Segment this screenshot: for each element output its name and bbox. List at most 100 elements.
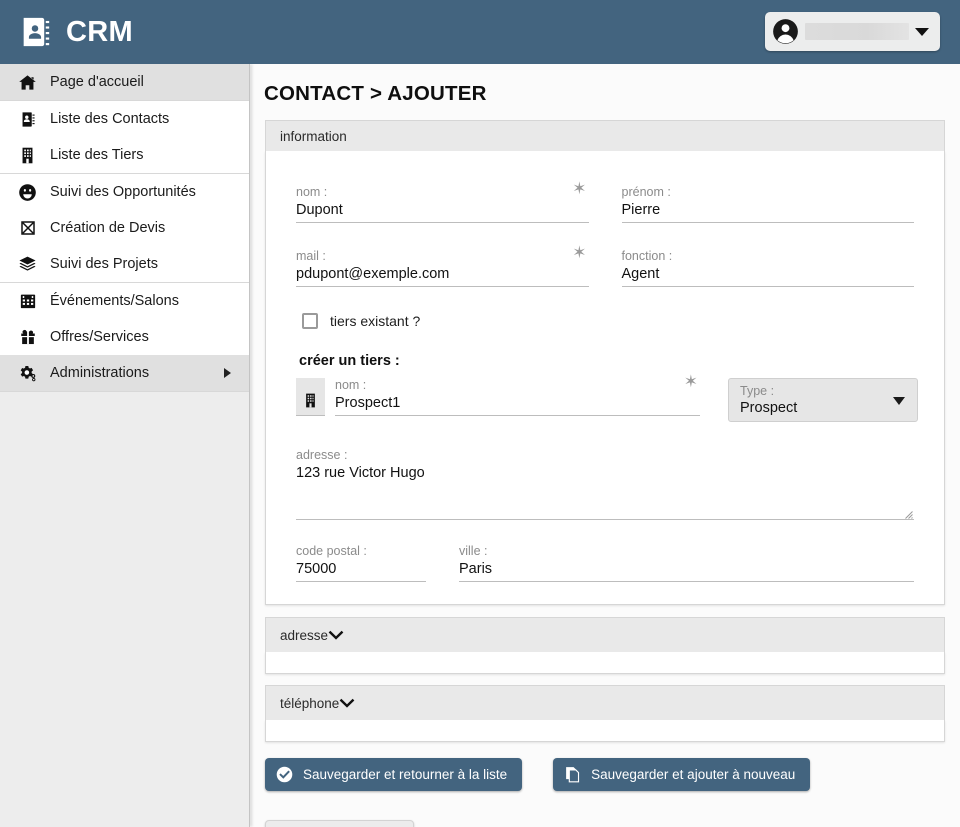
sidebar-item-label: Page d'accueil — [50, 74, 144, 90]
caret-down-icon — [893, 397, 905, 405]
field-label: ville : — [459, 544, 488, 558]
accordion-title: téléphone — [280, 695, 340, 711]
smiley-icon — [18, 183, 37, 202]
field-prenom[interactable]: prénom : Pierre — [621, 185, 914, 223]
field-adresse-textarea[interactable]: adresse : 123 rue Victor Hugo — [296, 448, 914, 520]
caret-down-icon — [915, 27, 929, 36]
type-select-value: Prospect — [740, 400, 798, 416]
brand-title: CRM — [66, 15, 133, 48]
save-and-return-button[interactable]: Sauvegarder et retourner à la liste — [265, 758, 523, 791]
required-asterisk-icon: ✶ — [572, 243, 587, 262]
address-book-icon — [18, 15, 52, 49]
ville-input[interactable]: Paris — [459, 559, 914, 582]
row-nom-prenom: nom : Dupont ✶ prénom : Pierre — [296, 180, 914, 223]
panel-header-information[interactable]: information — [265, 120, 945, 151]
user-name-label — [805, 23, 909, 40]
tiers-existant-checkbox[interactable] — [302, 313, 318, 329]
sidebar-item-label: Offres/Services — [50, 329, 149, 345]
button-label: Sauvegarder et ajouter à nouveau — [591, 767, 796, 782]
calendar-icon — [18, 292, 37, 311]
field-label: adresse : — [296, 448, 348, 462]
field-mail[interactable]: mail : pdupont@exemple.com ✶ — [296, 244, 589, 287]
panel-information: nom : Dupont ✶ prénom : Pierre mail : pd… — [265, 151, 945, 605]
sidebar-item-liste-des-contacts[interactable]: Liste des Contacts — [0, 101, 249, 137]
resize-grip-icon[interactable] — [902, 506, 913, 519]
layers-icon — [18, 255, 37, 274]
back-to-list-button[interactable]: Retour à la liste — [265, 820, 414, 827]
field-label: nom : — [296, 185, 328, 199]
check-circle-icon — [276, 766, 293, 783]
field-label: code postal : — [296, 544, 367, 558]
tiers-existant-row[interactable]: tiers existant ? — [302, 313, 914, 329]
required-asterisk-icon: ✶ — [572, 179, 587, 198]
row-mail-fonction: mail : pdupont@exemple.com ✶ fonction : … — [296, 244, 914, 287]
accordion-body-adresse — [265, 652, 945, 674]
gift-icon — [18, 328, 37, 347]
crop-icon — [18, 219, 37, 238]
accordion-header-adresse[interactable]: adresse — [265, 617, 945, 652]
sidebar-item-page-daccueil[interactable]: Page d'accueil — [0, 64, 249, 100]
back-button-row: Retour à la liste — [251, 791, 960, 827]
sidebar-item-administrations[interactable]: Administrations — [0, 355, 249, 391]
field-fonction[interactable]: fonction : Agent — [621, 249, 914, 287]
user-circle-icon — [772, 18, 799, 45]
chevron-down-icon — [339, 696, 355, 711]
nom-input[interactable]: Dupont — [296, 200, 589, 223]
creer-un-tiers-heading: créer un tiers : — [299, 353, 400, 369]
sidebar-item-offres-services[interactable]: Offres/Services — [0, 319, 249, 355]
field-label: mail : — [296, 249, 326, 263]
row-tiers-nom-type: nom : Prospect1 ✶ Type : Prospect — [296, 373, 918, 422]
brand-logo[interactable]: CRM — [18, 15, 133, 49]
field-tiers-nom[interactable]: nom : Prospect1 ✶ — [325, 373, 700, 416]
sidebar-item-suivi-des-opportunites[interactable]: Suivi des Opportunités — [0, 174, 249, 210]
sidebar-item-label: Suivi des Projets — [50, 256, 158, 272]
save-button-row: Sauvegarder et retourner à la liste Sauv… — [251, 742, 960, 791]
panel-title: information — [280, 128, 347, 144]
sidebar-menu: Page d'accueil Liste des Contacts Liste … — [0, 64, 249, 392]
tiers-nom-input[interactable]: Prospect1 — [335, 393, 700, 416]
fonction-input[interactable]: Agent — [621, 264, 914, 287]
accordion-body-telephone — [265, 720, 945, 742]
code-postal-input[interactable]: 75000 — [296, 559, 426, 582]
copy-icon — [564, 766, 581, 783]
save-and-add-button[interactable]: Sauvegarder et ajouter à nouveau — [553, 758, 811, 791]
sidebar-item-evenements-salons[interactable]: Événements/Salons — [0, 283, 249, 319]
caret-right-icon — [224, 368, 231, 378]
building-icon — [296, 378, 325, 416]
prenom-input[interactable]: Pierre — [621, 200, 914, 223]
field-code-postal[interactable]: code postal : 75000 — [296, 544, 426, 582]
field-nom[interactable]: nom : Dupont ✶ — [296, 180, 589, 223]
mail-input[interactable]: pdupont@exemple.com — [296, 264, 589, 287]
sidebar-item-label: Administrations — [50, 365, 150, 381]
button-label: Sauvegarder et retourner à la liste — [303, 767, 508, 782]
field-label: nom : — [335, 378, 367, 392]
field-label: prénom : — [621, 185, 671, 199]
address-book-icon — [18, 110, 37, 129]
sidebar-item-label: Liste des Contacts — [50, 111, 170, 127]
group-tiers-nom: nom : Prospect1 ✶ — [296, 373, 700, 416]
home-icon — [18, 73, 37, 92]
sidebar-divider — [0, 391, 249, 392]
adresse-textarea[interactable]: 123 rue Victor Hugo — [296, 463, 914, 483]
top-header-bar: CRM — [0, 0, 960, 64]
accordion-header-telephone[interactable]: téléphone — [265, 685, 945, 720]
sidebar-item-creation-de-devis[interactable]: Création de Devis — [0, 210, 249, 246]
gears-icon — [18, 364, 37, 383]
field-ville[interactable]: ville : Paris — [459, 544, 914, 582]
accordion-title: adresse — [280, 627, 329, 643]
chevron-down-icon — [328, 628, 344, 643]
panel-body-information: nom : Dupont ✶ prénom : Pierre mail : pd… — [266, 151, 944, 604]
required-asterisk-icon: ✶ — [683, 372, 698, 391]
sidebar-item-liste-des-tiers[interactable]: Liste des Tiers — [0, 137, 249, 173]
tiers-existant-label: tiers existant ? — [330, 313, 421, 329]
sidebar-item-label: Création de Devis — [50, 220, 166, 236]
sidebar-item-label: Événements/Salons — [50, 293, 179, 309]
main-content: CONTACT > AJOUTER information nom : Dupo… — [251, 64, 960, 827]
sidebar-item-label: Liste des Tiers — [50, 147, 144, 163]
sidebar-item-suivi-des-projets[interactable]: Suivi des Projets — [0, 246, 249, 282]
select-label: Type : — [740, 384, 775, 398]
row-cp-ville: code postal : 75000 ville : Paris — [296, 544, 914, 582]
user-menu[interactable] — [765, 12, 940, 51]
sidebar: Page d'accueil Liste des Contacts Liste … — [0, 64, 250, 827]
type-select[interactable]: Type : Prospect — [728, 378, 918, 422]
